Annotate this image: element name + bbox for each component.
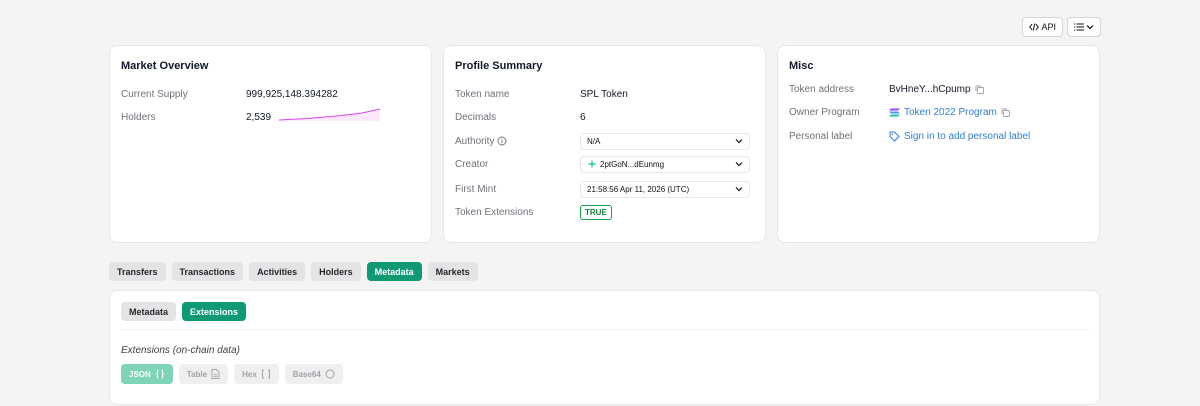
tag-icon [889,131,900,142]
metadata-subtabs: Metadata Extensions [121,302,247,321]
current-supply-value: 999,925,148.394282 [246,88,338,100]
authority-label: Authority [455,135,495,147]
token-name-value: SPL Token [580,88,628,100]
token-extensions-label: Token Extensions [455,206,534,218]
copy-icon[interactable] [1001,108,1010,117]
authority-label-wrap: Authority [455,136,580,147]
tab-activities[interactable]: Activities [249,262,306,281]
personal-label-label: Personal label [789,130,853,142]
decimals-label: Decimals [455,111,497,123]
view-menu-button[interactable] [1067,17,1101,37]
profile-summary-card: Profile Summary Token name SPL Token Dec… [443,45,766,243]
token-address-value: BvHneY...hCpump [889,83,971,95]
main-tabs: Transfers Transactions Activities Holder… [109,262,478,281]
owner-program-link[interactable]: Token 2022 Program [904,107,997,118]
info-icon[interactable] [497,136,507,146]
token-name-label: Token name [455,88,510,100]
json-label: JSON [129,369,151,379]
chevron-down-icon [735,162,743,167]
api-button[interactable]: API [1022,17,1063,37]
first-mint-row: First Mint 21:58:56 Apr 11, 2026 (UTC) [455,180,755,198]
top-toolbar: API [1022,17,1101,37]
format-switcher: JSON Table Hex Base64 [121,364,343,384]
creator-select[interactable]: 2ptGoN...dEunmg [580,155,750,173]
personal-label-row: Personal label Sign in to add personal l… [789,128,1089,144]
base64-format-button[interactable]: Base64 [284,364,343,384]
owner-program-row: Owner Program Token 2022 Program [789,104,1089,120]
market-overview-title: Market Overview [121,60,209,72]
profile-summary-title: Profile Summary [455,60,543,72]
first-mint-select[interactable]: 21:58:56 Apr 11, 2026 (UTC) [580,180,750,198]
misc-title: Misc [789,60,814,72]
first-mint-label: First Mint [455,183,497,195]
copy-icon[interactable] [975,85,984,94]
token-address-row: Token address BvHneY...hCpump [789,81,1089,97]
tab-markets[interactable]: Markets [427,262,478,281]
subtab-metadata[interactable]: Metadata [121,302,177,321]
chevron-down-icon [735,187,743,192]
creator-value: 2ptGoN...dEunmg [600,159,665,169]
token-extensions-row: Token Extensions TRUE [455,204,755,220]
owner-program-label: Owner Program [789,106,860,118]
creator-avatar-icon [587,159,597,169]
table-format-button[interactable]: Table [178,364,229,384]
authority-row: Authority N/A [455,132,755,150]
braces-icon [155,369,165,379]
creator-label: Creator [455,158,489,170]
decimals-row: Decimals 6 [455,109,755,125]
hex-label: Hex [242,369,257,379]
token-name-row: Token name SPL Token [455,86,755,102]
holders-value: 2,539 [246,111,272,123]
chevron-down-icon [735,139,743,144]
authority-select[interactable]: N/A [580,132,750,150]
api-label: API [1041,22,1056,32]
authority-value: N/A [587,136,601,146]
token-address-label: Token address [789,83,855,95]
solana-icon [889,108,900,116]
decimals-value: 6 [580,111,586,123]
brackets-icon [261,369,270,379]
misc-card: Misc Token address BvHneY...hCpump Owner… [777,45,1100,243]
holders-label: Holders [121,111,156,123]
hex-format-button[interactable]: Hex [234,364,279,384]
circle-icon [325,369,335,379]
current-supply-label: Current Supply [121,88,188,100]
code-icon [1029,23,1040,31]
tab-holders[interactable]: Holders [311,262,361,281]
chevron-down-icon [1086,25,1094,30]
tab-metadata[interactable]: Metadata [366,262,422,281]
table-label: Table [186,369,208,379]
extensions-heading: Extensions (on-chain data) [121,345,240,356]
json-format-button[interactable]: JSON [121,364,173,384]
document-icon [211,369,220,379]
panel-divider [121,329,1089,330]
first-mint-value: 21:58:56 Apr 11, 2026 (UTC) [587,184,690,194]
creator-row: Creator 2ptGoN...dEunmg [455,155,755,173]
base64-label: Base64 [292,369,321,379]
metadata-panel: Metadata Extensions Extensions (on-chain… [109,290,1100,405]
token-extensions-badge: TRUE [580,204,612,220]
tab-transfers[interactable]: Transfers [109,262,166,281]
list-icon [1074,23,1084,31]
holders-sparkline [278,108,381,121]
subtab-extensions[interactable]: Extensions [182,302,247,321]
tab-transactions[interactable]: Transactions [171,262,244,281]
sign-in-label-link[interactable]: Sign in to add personal label [904,131,1030,142]
current-supply-row: Current Supply 999,925,148.394282 [121,86,421,102]
market-overview-card: Market Overview Current Supply 999,925,1… [109,45,432,243]
